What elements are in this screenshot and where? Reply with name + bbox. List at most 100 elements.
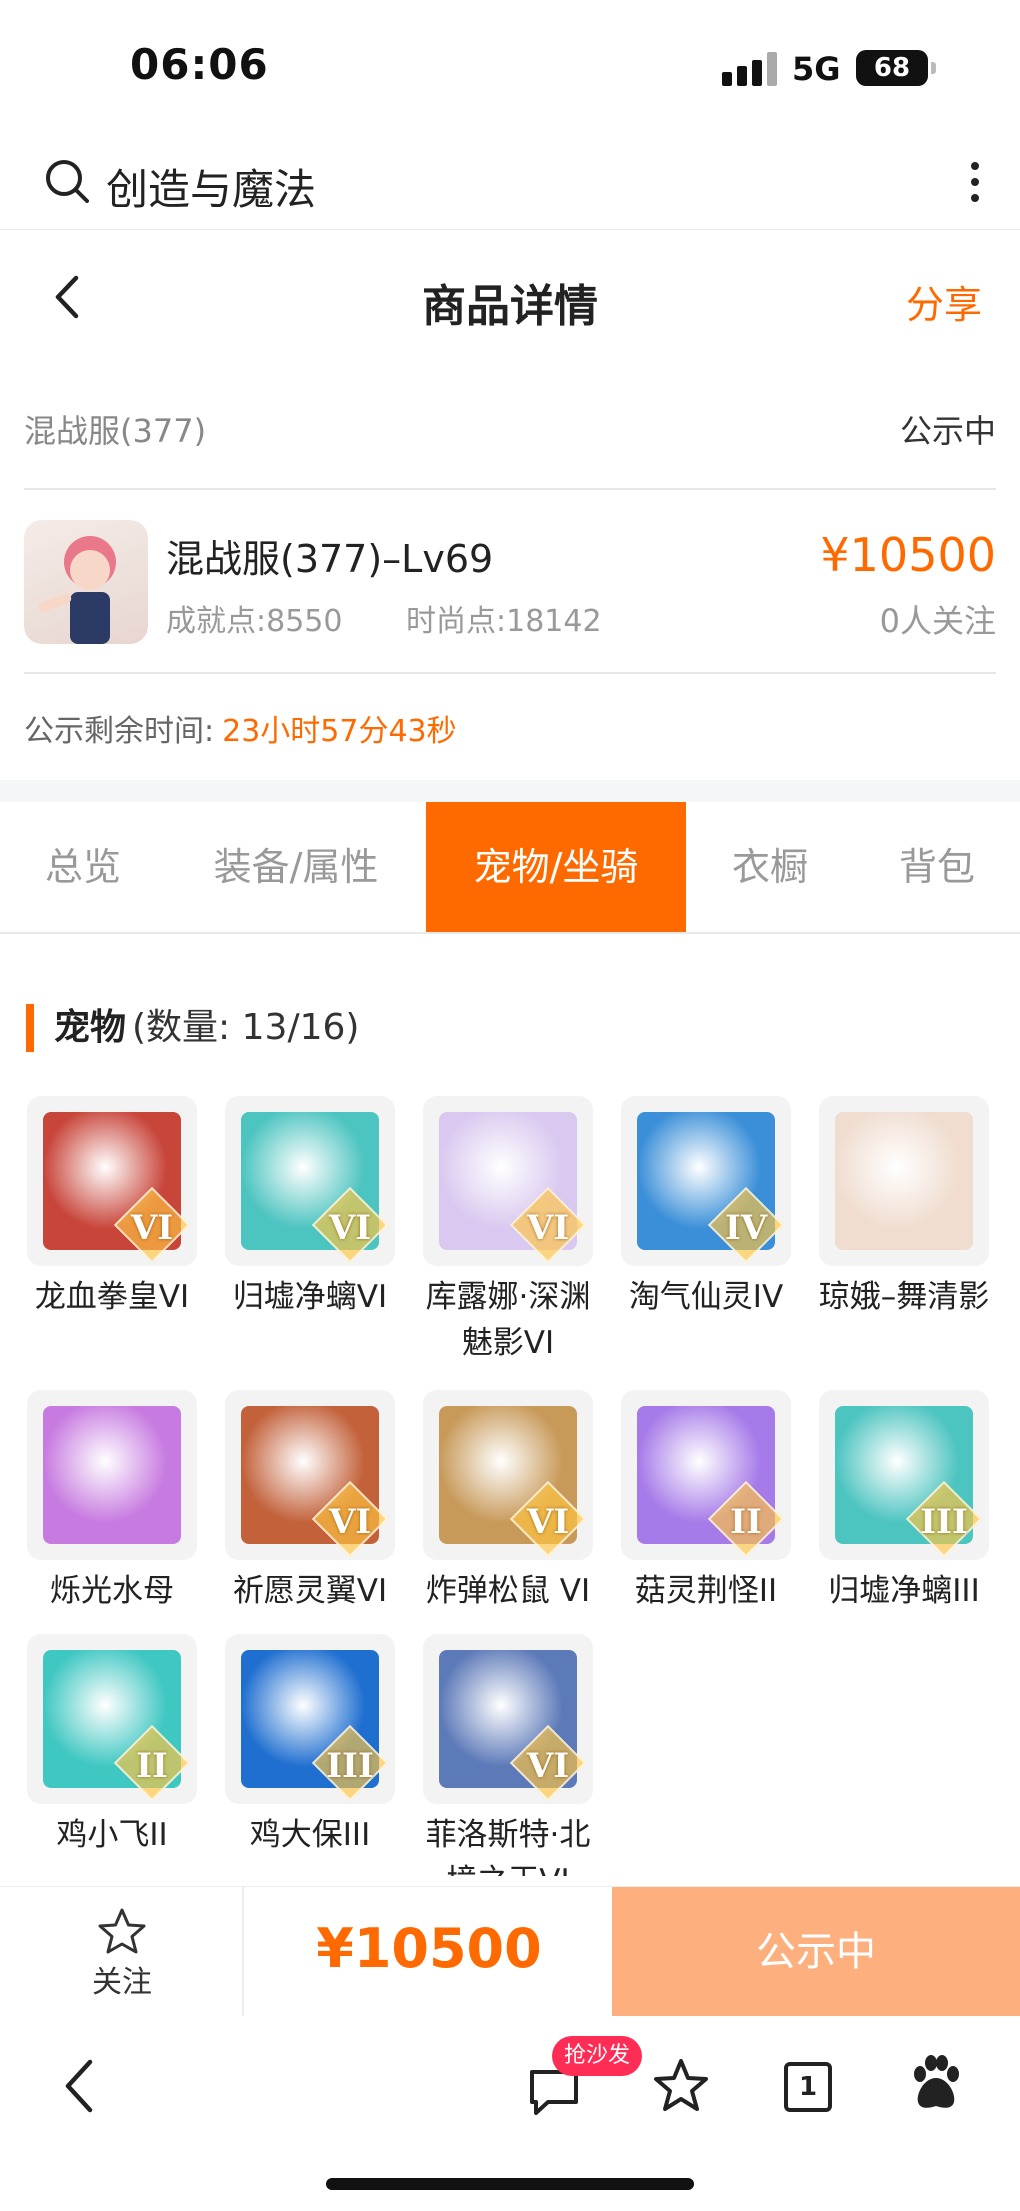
home-indicator xyxy=(326,2178,694,2190)
pet-thumbnail: VI xyxy=(27,1096,197,1266)
pet-thumbnail: VI xyxy=(423,1634,593,1804)
pet-thumbnail: VI xyxy=(423,1096,593,1266)
product-stats: 成就点:8550 时尚点:18142 xyxy=(166,596,656,640)
pets-section-title: 宠物 (数量: 13/16) xyxy=(26,1004,359,1052)
follow-label: 关注 xyxy=(92,1965,152,2000)
publicity-status-button[interactable]: 公示中 xyxy=(612,1887,1020,2017)
tier-label: IV xyxy=(724,1208,768,1248)
character-avatar xyxy=(24,520,148,644)
pet-name: 淘气仙灵IV xyxy=(628,1279,784,1315)
pet-grid: VI 龙血拳皇VI VI 归墟净螭VI VI 库露娜·深渊魅影VI IV 淘气仙灵IV 琼娥–舞… xyxy=(0,1096,1020,1876)
baidu-paw-icon[interactable] xyxy=(908,2054,964,2112)
tabs-count-icon[interactable]: 1 xyxy=(784,2062,832,2112)
share-button[interactable]: 分享 xyxy=(906,274,982,329)
pet-name: 归墟净螭VI xyxy=(232,1279,388,1315)
pet-thumbnail: II xyxy=(27,1634,197,1804)
achievement-points: 成就点:8550 xyxy=(166,604,343,639)
tab-pets-mounts[interactable]: 宠物/坐骑 xyxy=(426,802,686,932)
pet-item[interactable]: II 菇灵荆怪II xyxy=(616,1390,796,1614)
hot-badge: 抢沙发 xyxy=(552,2036,643,2076)
tier-label: VI xyxy=(130,1208,174,1248)
product-name: 混战服(377)–Lv69 xyxy=(166,537,494,581)
network-label: 5G xyxy=(792,50,841,88)
pet-item[interactable]: II 鸡小飞II xyxy=(22,1634,202,1858)
search-icon xyxy=(46,160,89,203)
browser-search-bar[interactable]: 创造与魔法 xyxy=(0,130,1020,230)
tier-label: II xyxy=(730,1502,762,1542)
pet-image xyxy=(43,1406,181,1544)
timer-value: 23小时57分43秒 xyxy=(222,714,457,749)
watchers-count: 0人关注 xyxy=(879,602,996,640)
page-header: 商品详情 分享 xyxy=(0,232,1020,362)
pet-thumbnail: VI xyxy=(225,1390,395,1560)
detail-tabs: 总览 装备/属性 宠物/坐骑 衣橱 背包 xyxy=(0,802,1020,934)
server-info-row: 混战服(377) 公示中 xyxy=(24,400,996,490)
pet-item[interactable]: IV 淘气仙灵IV xyxy=(616,1096,796,1320)
product-summary[interactable]: 混战服(377)–Lv69 成就点:8550 时尚点:18142 ¥10500 … xyxy=(24,492,996,674)
pet-thumbnail: III xyxy=(225,1634,395,1804)
tier-label: VI xyxy=(526,1502,570,1542)
fashion-points: 时尚点:18142 xyxy=(406,604,602,639)
favorite-icon[interactable] xyxy=(652,2058,710,2114)
section-divider xyxy=(0,780,1020,802)
tier-label: VI xyxy=(526,1746,570,1786)
server-name: 混战服(377) xyxy=(24,412,207,450)
star-outline-icon xyxy=(98,1908,146,1954)
pet-thumbnail: III xyxy=(819,1390,989,1560)
server-status: 公示中 xyxy=(899,412,996,450)
pet-item[interactable]: VI 龙血拳皇VI xyxy=(22,1096,202,1320)
search-query[interactable]: 创造与魔法 xyxy=(106,156,316,217)
browser-back-icon[interactable] xyxy=(60,2056,100,2116)
tab-overview[interactable]: 总览 xyxy=(0,802,166,932)
tab-wardrobe[interactable]: 衣橱 xyxy=(686,802,854,932)
status-bar: 06:06 5G 68 xyxy=(0,0,1020,130)
pet-thumbnail xyxy=(819,1096,989,1266)
pet-item[interactable]: 琼娥–舞清影 xyxy=(814,1096,994,1320)
tier-label: III xyxy=(326,1746,374,1786)
tab-equipment[interactable]: 装备/属性 xyxy=(166,802,426,932)
tier-label: VI xyxy=(328,1502,372,1542)
pet-thumbnail: IV xyxy=(621,1096,791,1266)
timer-label: 公示剩余时间: xyxy=(24,714,215,749)
battery-icon: 68 xyxy=(856,50,936,86)
pet-item[interactable]: VI 库露娜·深渊魅影VI xyxy=(418,1096,598,1366)
page-title: 商品详情 xyxy=(422,281,598,332)
pet-item[interactable]: VI 归墟净螭VI xyxy=(220,1096,400,1320)
pet-name: 龙血拳皇VI xyxy=(34,1279,190,1315)
tier-label: III xyxy=(920,1502,968,1542)
pet-name: 烁光水母 xyxy=(50,1573,174,1609)
section-name: 宠物 xyxy=(54,1007,127,1048)
tab-backpack[interactable]: 背包 xyxy=(854,802,1020,932)
product-price: ¥10500 xyxy=(820,528,996,582)
tier-label: VI xyxy=(328,1208,372,1248)
signal-icon xyxy=(722,52,778,86)
pet-thumbnail: VI xyxy=(423,1390,593,1560)
pet-name: 祈愿灵翼VI xyxy=(232,1573,388,1609)
publicity-timer: 公示剩余时间: 23小时57分43秒 xyxy=(24,706,457,750)
pet-name: 菇灵荆怪II xyxy=(634,1573,778,1609)
pet-thumbnail: II xyxy=(621,1390,791,1560)
pet-thumbnail: VI xyxy=(225,1096,395,1266)
pet-item[interactable]: VI 炸弹松鼠 VI xyxy=(418,1390,598,1614)
tier-label: II xyxy=(136,1746,168,1786)
tier-label: VI xyxy=(526,1208,570,1248)
pet-name: 菲洛斯特·北境之王VI xyxy=(425,1817,591,1876)
browser-bottom-nav: 抢沙发 1 xyxy=(0,2016,1020,2156)
pet-item[interactable]: 烁光水母 xyxy=(22,1390,202,1614)
more-options-icon[interactable] xyxy=(960,156,990,208)
pet-name: 琼娥–舞清影 xyxy=(818,1279,990,1315)
pet-name: 炸弹松鼠 VI xyxy=(425,1573,591,1609)
action-bar: 关注 ¥10500 公示中 xyxy=(0,1886,1020,2017)
bottom-price: ¥10500 xyxy=(316,1917,542,1980)
pet-item[interactable]: VI 祈愿灵翼VI xyxy=(220,1390,400,1614)
follow-button[interactable]: 关注 xyxy=(0,1887,244,2017)
pets-count: (数量: 13/16) xyxy=(132,1007,360,1048)
status-time: 06:06 xyxy=(130,40,269,89)
pet-thumbnail xyxy=(27,1390,197,1560)
pet-name: 鸡小飞II xyxy=(56,1817,168,1853)
pet-name: 鸡大保III xyxy=(249,1817,371,1853)
pet-item[interactable]: III 归墟净螭III xyxy=(814,1390,994,1614)
pet-name: 库露娜·深渊魅影VI xyxy=(425,1279,591,1361)
pet-item[interactable]: III 鸡大保III xyxy=(220,1634,400,1858)
pet-item[interactable]: VI 菲洛斯特·北境之王VI xyxy=(418,1634,598,1876)
